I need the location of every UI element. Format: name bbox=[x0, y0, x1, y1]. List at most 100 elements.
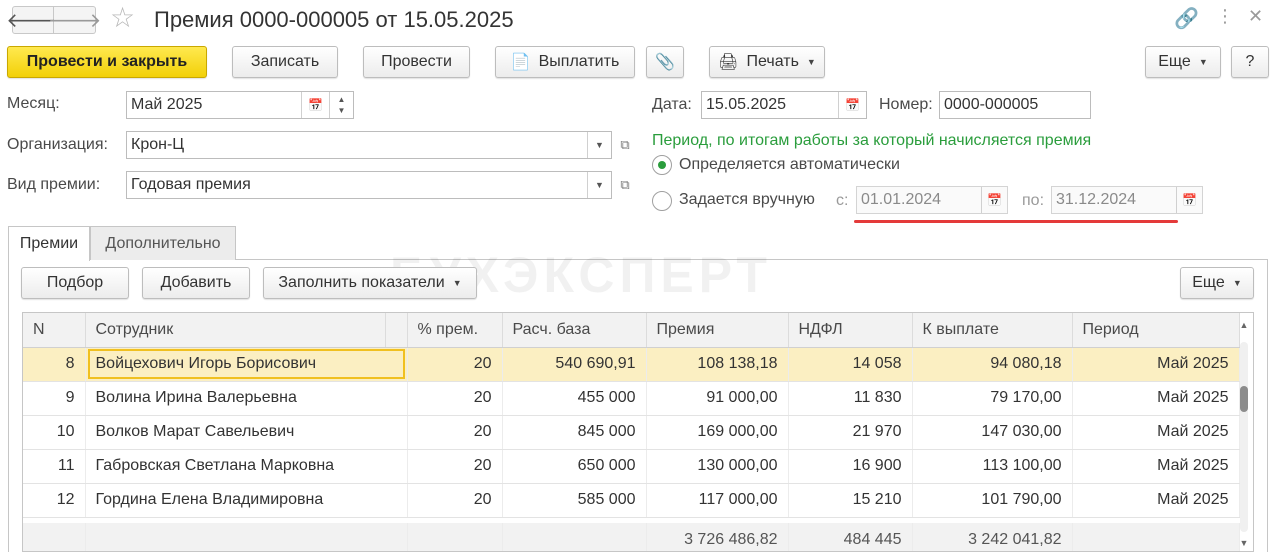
manual-period-label: Задается вручную bbox=[679, 191, 815, 208]
table-more-button[interactable]: Еще ▼ bbox=[1180, 267, 1254, 299]
help-button[interactable]: ? bbox=[1231, 46, 1269, 78]
chevron-down-icon[interactable]: ▼ bbox=[587, 172, 611, 198]
number-field[interactable]: 0000-000005 bbox=[939, 91, 1091, 119]
post-and-close-button[interactable]: Провести и закрыть bbox=[7, 46, 207, 78]
total-ndfl: 484 445 bbox=[788, 523, 913, 551]
col-header-ndfl[interactable]: НДФЛ bbox=[788, 313, 913, 348]
organization-field[interactable]: Крон-Ц ▼ bbox=[126, 131, 612, 159]
auto-period-radio[interactable] bbox=[652, 155, 672, 175]
period-to-field[interactable]: 31.12.2024 📅 bbox=[1051, 186, 1203, 214]
link-icon[interactable]: 🔗 bbox=[1174, 6, 1199, 31]
bonus-table: N Сотрудник % прем. Расч. база Премия НД… bbox=[22, 312, 1254, 552]
cell-period: Май 2025 bbox=[1072, 415, 1240, 450]
attach-button[interactable]: 📎 bbox=[646, 46, 684, 78]
cell-n: 10 bbox=[23, 415, 86, 450]
chevron-down-icon[interactable]: ▼ bbox=[587, 132, 611, 158]
period-from-value: 01.01.2024 bbox=[861, 191, 942, 208]
col-header-n[interactable]: N bbox=[23, 313, 86, 348]
chevron-down-icon: ▼ bbox=[452, 278, 462, 288]
cell-base: 585 000 bbox=[502, 483, 647, 518]
bonus-type-field[interactable]: Годовая премия ▼ bbox=[126, 171, 612, 199]
calendar-icon[interactable]: 📅 bbox=[838, 92, 866, 118]
close-icon[interactable]: ✕ bbox=[1248, 6, 1263, 27]
tab-additional[interactable]: Дополнительно bbox=[90, 226, 236, 260]
total-bonus: 3 726 486,82 bbox=[646, 523, 789, 551]
forward-button[interactable]: 🡒 bbox=[48, 6, 101, 34]
col-header-percent[interactable]: % прем. bbox=[407, 313, 503, 348]
footer-cell bbox=[85, 523, 408, 551]
table-row[interactable]: 10 Волков Марат Савельевич 20 845 000 16… bbox=[23, 415, 1240, 450]
period-to-label: по: bbox=[1022, 192, 1045, 209]
cell-employee: Волков Марат Савельевич bbox=[85, 415, 408, 450]
arrow-right-icon: 🡒 bbox=[47, 9, 102, 32]
tab-bonuses[interactable]: Премии bbox=[8, 226, 90, 261]
more-button[interactable]: Еще ▼ bbox=[1145, 46, 1221, 78]
select-button[interactable]: Подбор bbox=[21, 267, 129, 299]
cell-base: 455 000 bbox=[502, 381, 647, 416]
more-vertical-icon[interactable]: ⋮ bbox=[1216, 6, 1234, 27]
cell-period: Май 2025 bbox=[1072, 483, 1240, 518]
paperclip-icon: 📎 bbox=[655, 54, 675, 71]
scroll-down-icon[interactable]: ▼ bbox=[1238, 538, 1250, 548]
pay-button-label: Выплатить bbox=[538, 53, 620, 70]
number-label: Номер: bbox=[879, 96, 933, 113]
calendar-icon[interactable]: 📅 bbox=[1176, 187, 1202, 213]
cell-employee: Волина Ирина Валерьевна bbox=[85, 381, 408, 416]
table-footer: 3 726 486,82 484 445 3 242 041,82 bbox=[23, 523, 1240, 551]
organization-label: Организация: bbox=[7, 136, 108, 153]
table-row[interactable]: 9 Волина Ирина Валерьевна 20 455 000 91 … bbox=[23, 381, 1240, 416]
calendar-icon[interactable]: 📅 bbox=[301, 92, 329, 118]
payment-icon: 📄 bbox=[510, 54, 531, 71]
pay-button[interactable]: 📄 Выплатить bbox=[495, 46, 635, 78]
scroll-up-icon[interactable]: ▲ bbox=[1238, 320, 1250, 330]
print-button[interactable]: 🖨 Печать ▼ bbox=[709, 46, 825, 78]
date-field[interactable]: 15.05.2025 📅 bbox=[701, 91, 867, 119]
footer-cell bbox=[1072, 523, 1240, 551]
cell-period: Май 2025 bbox=[1072, 449, 1240, 484]
table-row[interactable]: 8 Войцехович Игорь Борисович 20 540 690,… bbox=[23, 347, 1240, 382]
cell-ndfl: 15 210 bbox=[788, 483, 913, 518]
cell-n: 8 bbox=[23, 347, 86, 382]
scroll-thumb[interactable] bbox=[1240, 386, 1248, 412]
cell-n: 12 bbox=[23, 483, 86, 518]
col-header-employee[interactable]: Сотрудник bbox=[85, 313, 386, 348]
cell-employee[interactable]: Войцехович Игорь Борисович bbox=[85, 347, 408, 382]
save-button[interactable]: Записать bbox=[232, 46, 338, 78]
cell-employee: Гордина Елена Владимировна bbox=[85, 483, 408, 518]
star-icon[interactable]: ☆ bbox=[110, 4, 135, 32]
table-row[interactable]: 11 Габровская Светлана Марковна 20 650 0… bbox=[23, 449, 1240, 484]
cell-employee-value: Войцехович Игорь Борисович bbox=[87, 349, 405, 379]
col-header-base[interactable]: Расч. база bbox=[502, 313, 647, 348]
cell-employee: Габровская Светлана Марковна bbox=[85, 449, 408, 484]
col-header-period[interactable]: Период bbox=[1072, 313, 1240, 348]
col-header-spacer bbox=[385, 313, 408, 348]
cell-bonus: 130 000,00 bbox=[646, 449, 789, 484]
col-header-bonus[interactable]: Премия bbox=[646, 313, 789, 348]
calendar-icon[interactable]: 📅 bbox=[981, 187, 1007, 213]
fill-indicators-label: Заполнить показатели bbox=[278, 274, 445, 291]
table-more-label: Еще bbox=[1192, 274, 1225, 291]
cell-n: 11 bbox=[23, 449, 86, 484]
bonus-type-value: Годовая премия bbox=[131, 176, 251, 193]
scroll-track[interactable] bbox=[1240, 342, 1248, 532]
col-header-payout[interactable]: К выплате bbox=[912, 313, 1073, 348]
cell-period: Май 2025 bbox=[1072, 381, 1240, 416]
post-button[interactable]: Провести bbox=[363, 46, 470, 78]
month-stepper[interactable]: ▲ ▼ bbox=[329, 92, 353, 118]
date-label: Дата: bbox=[652, 96, 692, 113]
chevron-down-icon: ▼ bbox=[1198, 57, 1208, 67]
cell-base: 845 000 bbox=[502, 415, 647, 450]
cell-percent: 20 bbox=[407, 381, 503, 416]
table-row[interactable]: 12 Гордина Елена Владимировна 20 585 000… bbox=[23, 483, 1240, 518]
table-scrollbar[interactable]: ▲ ▼ bbox=[1238, 318, 1250, 548]
month-field[interactable]: Май 2025 📅 ▲ ▼ bbox=[126, 91, 354, 119]
open-bonus-type-icon[interactable]: ⧉ bbox=[613, 171, 637, 199]
period-note: Период, по итогам работы за который начи… bbox=[652, 132, 1092, 149]
period-from-field[interactable]: 01.01.2024 📅 bbox=[856, 186, 1008, 214]
add-button[interactable]: Добавить bbox=[142, 267, 250, 299]
fill-indicators-button[interactable]: Заполнить показатели ▼ bbox=[263, 267, 477, 299]
manual-period-radio[interactable] bbox=[652, 191, 672, 211]
print-button-label: Печать bbox=[746, 53, 799, 70]
open-organization-icon[interactable]: ⧉ bbox=[613, 131, 637, 159]
cell-percent: 20 bbox=[407, 347, 503, 382]
